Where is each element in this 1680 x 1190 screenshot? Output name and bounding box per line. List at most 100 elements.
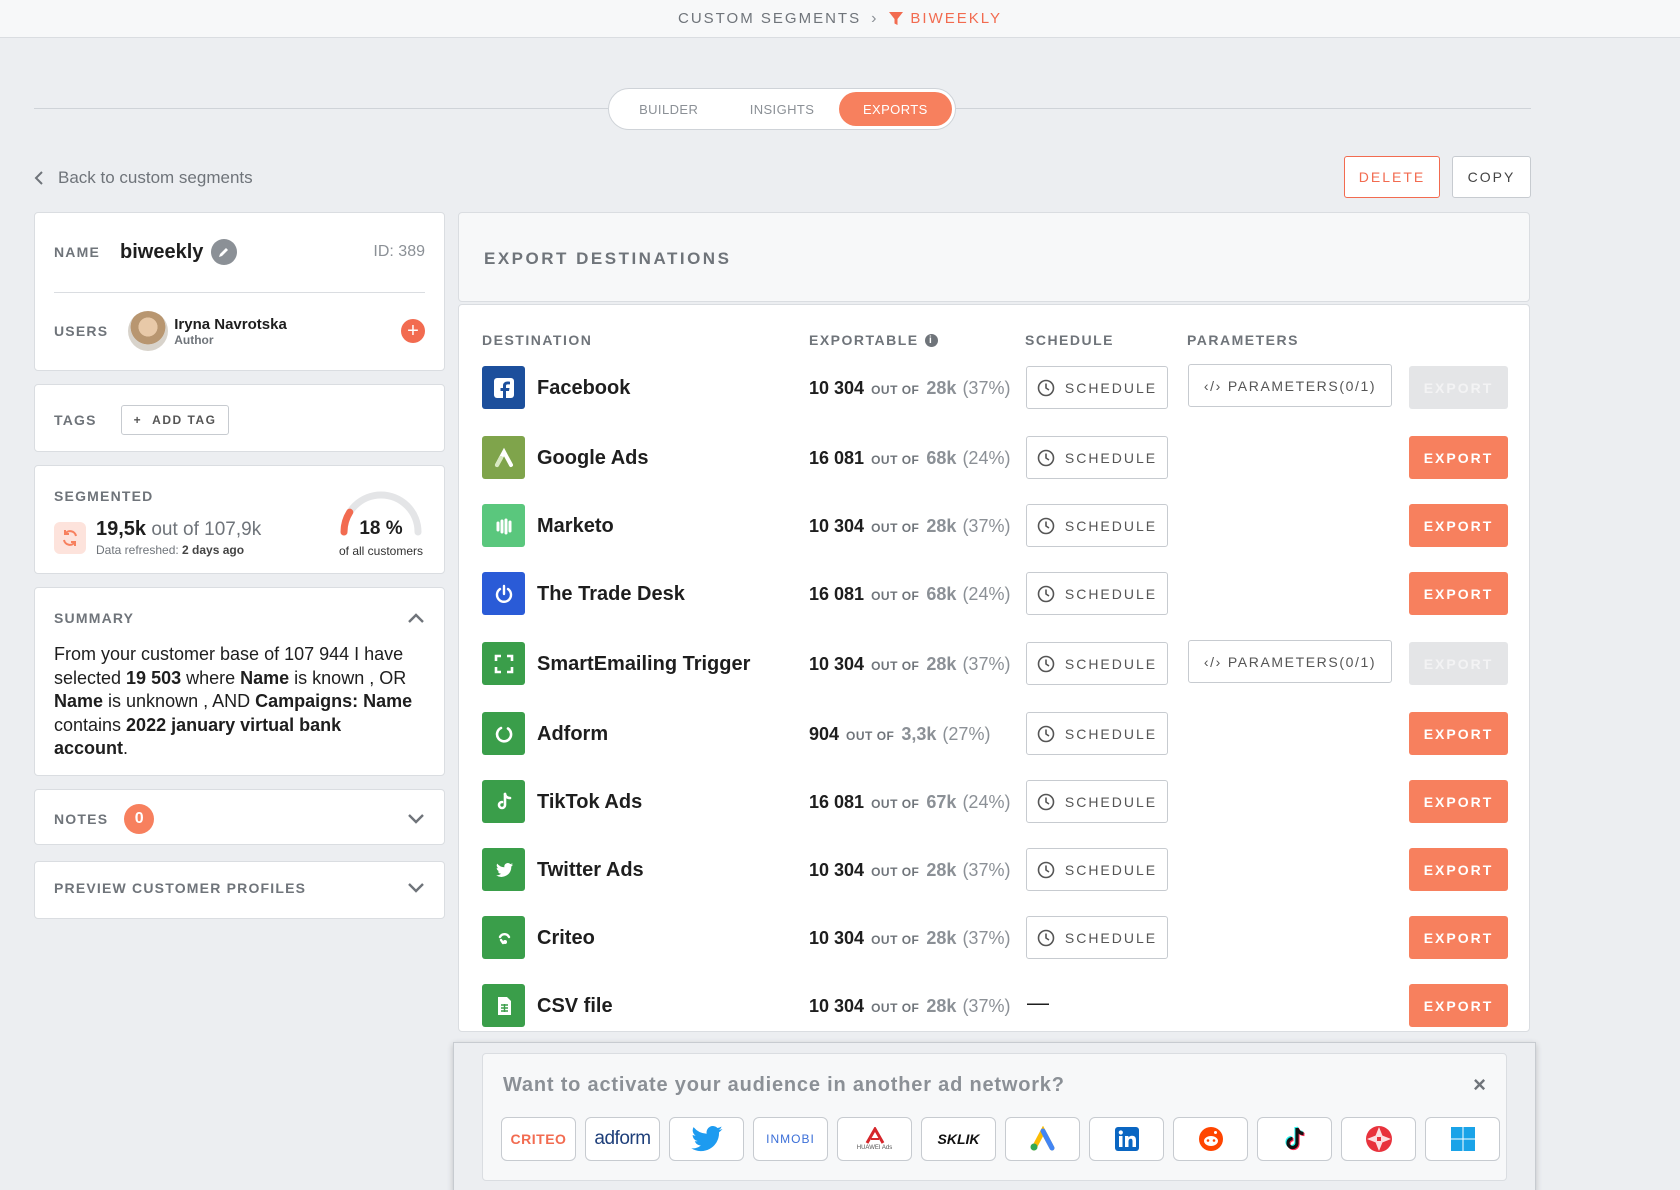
export-button[interactable]: EXPORT bbox=[1409, 504, 1508, 547]
chevron-down-icon[interactable] bbox=[407, 882, 425, 894]
summary-card: SUMMARY From your customer base of 107 9… bbox=[34, 587, 445, 776]
trade-desk-icon bbox=[482, 572, 525, 615]
col-schedule: SCHEDULE bbox=[1025, 332, 1115, 348]
destination-name: Adform bbox=[537, 723, 609, 745]
avatar bbox=[128, 311, 169, 351]
destination-name: Twitter Ads bbox=[537, 859, 644, 881]
tab-builder[interactable]: BUILDER bbox=[612, 92, 725, 126]
breadcrumb: CUSTOM SEGMENTS › BIWEEKLY bbox=[678, 10, 1002, 28]
summary-text: From your customer base of 107 944 I hav… bbox=[54, 644, 413, 758]
tiktok-logo[interactable] bbox=[1257, 1117, 1332, 1161]
export-destinations-header: EXPORT DESTINATIONS bbox=[458, 212, 1530, 302]
clock-icon bbox=[1037, 929, 1055, 946]
percent-sub: of all customers bbox=[338, 544, 424, 558]
schedule-button[interactable]: SCHEDULE bbox=[1026, 780, 1168, 823]
export-button[interactable]: EXPORT bbox=[1409, 780, 1508, 823]
table-row: Google Ads 16 081 OUT OF 68k (24%) SCHEDULE… bbox=[459, 436, 1529, 480]
exportable-count: 904 OUT OF 3,3k (27%) bbox=[809, 724, 991, 744]
plus-icon: + bbox=[133, 413, 143, 427]
schedule-button[interactable]: SCHEDULE bbox=[1026, 436, 1168, 479]
refreshed-value: 2 days ago bbox=[182, 543, 245, 557]
tab-insights[interactable]: INSIGHTS bbox=[725, 92, 838, 126]
schedule-button[interactable]: SCHEDULE bbox=[1026, 504, 1168, 547]
info-icon[interactable]: i bbox=[924, 333, 938, 347]
exportable-count: 16 081 OUT OF 67k (24%) bbox=[809, 792, 1011, 812]
sklik-logo[interactable]: SKLIK bbox=[921, 1117, 996, 1161]
table-row: CSV file 10 304 OUT OF 28k (37%) — EXPORT bbox=[459, 984, 1529, 1028]
breadcrumb-parent[interactable]: CUSTOM SEGMENTS bbox=[678, 10, 861, 27]
export-button[interactable]: EXPORT bbox=[1409, 848, 1508, 891]
table-row: SmartEmailing Trigger 10 304 OUT OF 28k (37… bbox=[459, 640, 1529, 686]
name-label: NAME bbox=[54, 244, 101, 260]
filter-icon bbox=[889, 11, 904, 25]
csv-file-icon bbox=[482, 984, 525, 1027]
chevron-right-icon: › bbox=[871, 9, 879, 27]
huawei-ads-logo[interactable]: HUAWEI Ads bbox=[837, 1117, 912, 1161]
export-destinations-title: EXPORT DESTINATIONS bbox=[484, 249, 732, 268]
add-user-button[interactable]: + bbox=[401, 319, 425, 343]
destination-name: Google Ads bbox=[537, 447, 649, 469]
table-row: Twitter Ads 10 304 OUT OF 28k (37%) SCHEDUL… bbox=[459, 848, 1529, 892]
delete-button[interactable]: DELETE bbox=[1344, 156, 1440, 198]
tiktok-icon bbox=[482, 780, 525, 823]
chevron-down-icon[interactable] bbox=[407, 813, 425, 825]
no-schedule-dash: — bbox=[1027, 990, 1049, 1015]
parameters-button[interactable]: ‹/› PARAMETERS(0/1) bbox=[1188, 640, 1392, 683]
criteo-icon bbox=[482, 916, 525, 959]
destination-name: The Trade Desk bbox=[537, 583, 685, 605]
export-button[interactable]: EXPORT bbox=[1409, 984, 1508, 1027]
percent-gauge: 18 % of all customers bbox=[336, 488, 426, 558]
notes-card[interactable]: NOTES 0 bbox=[34, 789, 445, 845]
export-button[interactable]: EXPORT bbox=[1409, 366, 1508, 409]
microsoft-logo[interactable] bbox=[1425, 1117, 1500, 1161]
table-row: Facebook 10 304 OUT OF 28k (37%) SCHEDULE ‹… bbox=[459, 364, 1529, 410]
inmobi-logo[interactable]: INMOBI bbox=[753, 1117, 828, 1161]
destination-name: Facebook bbox=[537, 377, 631, 399]
table-row: TikTok Ads 16 081 OUT OF 67k (24%) SCHEDULE… bbox=[459, 780, 1529, 824]
export-button[interactable]: EXPORT bbox=[1409, 916, 1508, 959]
exportable-count: 10 304 OUT OF 28k (37%) bbox=[809, 516, 1011, 536]
refresh-icon[interactable] bbox=[54, 521, 86, 554]
twitter-logo[interactable] bbox=[669, 1117, 744, 1161]
destination-name: Criteo bbox=[537, 927, 595, 949]
export-button[interactable]: EXPORT bbox=[1409, 572, 1508, 615]
schedule-button[interactable]: SCHEDULE bbox=[1026, 916, 1168, 959]
col-exportable-label: EXPORTABLE bbox=[809, 332, 919, 348]
export-button[interactable]: EXPORT bbox=[1409, 712, 1508, 755]
segmented-count: 19,5k bbox=[96, 518, 147, 540]
tab-exports[interactable]: EXPORTS bbox=[838, 92, 952, 126]
google-ads-logo[interactable] bbox=[1005, 1117, 1080, 1161]
schedule-button[interactable]: SCHEDULE bbox=[1026, 572, 1168, 615]
back-link[interactable]: Back to custom segments bbox=[34, 168, 253, 188]
criteo-logo[interactable]: CRITEO bbox=[501, 1117, 576, 1161]
parameters-button[interactable]: ‹/› PARAMETERS(0/1) bbox=[1188, 364, 1392, 407]
schedule-button[interactable]: SCHEDULE bbox=[1026, 366, 1168, 409]
notes-count-badge: 0 bbox=[124, 804, 155, 834]
summary-label: SUMMARY bbox=[54, 610, 135, 626]
schedule-button[interactable]: SCHEDULE bbox=[1026, 712, 1168, 755]
close-icon[interactable]: × bbox=[1473, 1072, 1486, 1098]
clock-icon bbox=[1037, 517, 1055, 534]
schedule-button[interactable]: SCHEDULE bbox=[1026, 848, 1168, 891]
user-role: Author bbox=[174, 332, 214, 347]
export-button[interactable]: EXPORT bbox=[1409, 436, 1508, 479]
adform-logo[interactable]: adform bbox=[585, 1117, 660, 1161]
add-tag-button[interactable]: + ADD TAG bbox=[120, 405, 230, 435]
export-button[interactable]: EXPORT bbox=[1409, 642, 1508, 685]
chevron-up-icon[interactable] bbox=[407, 612, 425, 624]
linkedin-logo[interactable] bbox=[1089, 1117, 1164, 1161]
schedule-button[interactable]: SCHEDULE bbox=[1026, 642, 1168, 685]
network-logos: CRITEO adform INMOBI HUAWEI Ads SKLIK bbox=[501, 1117, 1500, 1161]
export-destinations-table: DESTINATION EXPORTABLE i SCHEDULE PARAME… bbox=[458, 304, 1530, 1032]
clock-icon bbox=[1037, 379, 1055, 396]
reddit-logo[interactable] bbox=[1173, 1117, 1248, 1161]
breadcrumb-current: BIWEEKLY bbox=[888, 10, 1002, 27]
clock-icon bbox=[1037, 449, 1055, 466]
network-star-logo[interactable] bbox=[1341, 1117, 1416, 1161]
copy-button[interactable]: COPY bbox=[1452, 156, 1531, 198]
table-row: Adform 904 OUT OF 3,3k (27%) SCHEDULE EXPOR… bbox=[459, 712, 1529, 756]
user-name: Iryna Navrotska bbox=[174, 315, 287, 333]
preview-profiles-card[interactable]: PREVIEW CUSTOMER PROFILES bbox=[34, 861, 445, 919]
edit-pencil-icon[interactable] bbox=[211, 239, 238, 265]
smartemailing-icon bbox=[482, 642, 525, 685]
